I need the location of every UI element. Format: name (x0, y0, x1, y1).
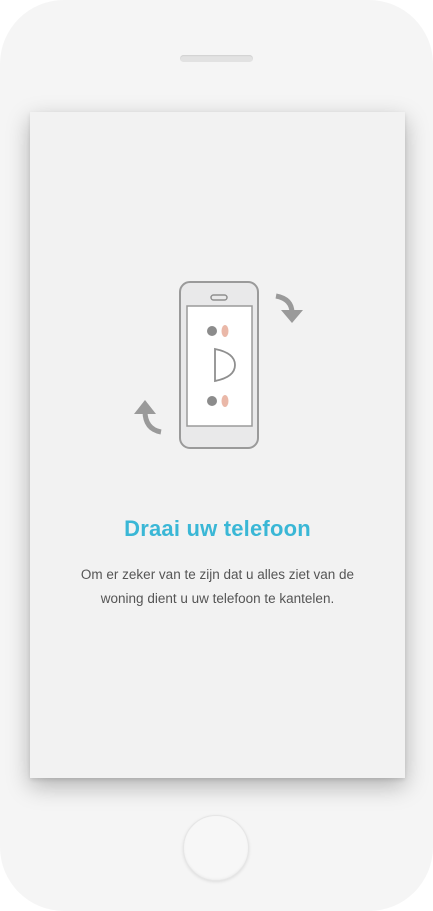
rotate-arrow-bottom-left (142, 410, 162, 435)
rotate-phone-icon (134, 281, 303, 449)
face-eye-top (207, 326, 217, 336)
face-cheek-bottom (221, 395, 229, 407)
speaker-grille (180, 55, 253, 62)
rotate-message: Om er zeker van te zijn dat u alles ziet… (80, 567, 355, 606)
face-cheek-top (221, 325, 229, 337)
rotate-arrow-top-right-head (281, 310, 303, 323)
rotate-title: Draai uw telefoon (124, 516, 311, 541)
home-button[interactable] (183, 815, 249, 881)
screen: Draai uw telefoon Om er zeker van te zij… (30, 112, 405, 778)
device-frame: Draai uw telefoon Om er zeker van te zij… (0, 0, 433, 911)
rotate-arrow-bottom-left-head (134, 400, 156, 414)
face-eye-bottom (207, 396, 217, 406)
